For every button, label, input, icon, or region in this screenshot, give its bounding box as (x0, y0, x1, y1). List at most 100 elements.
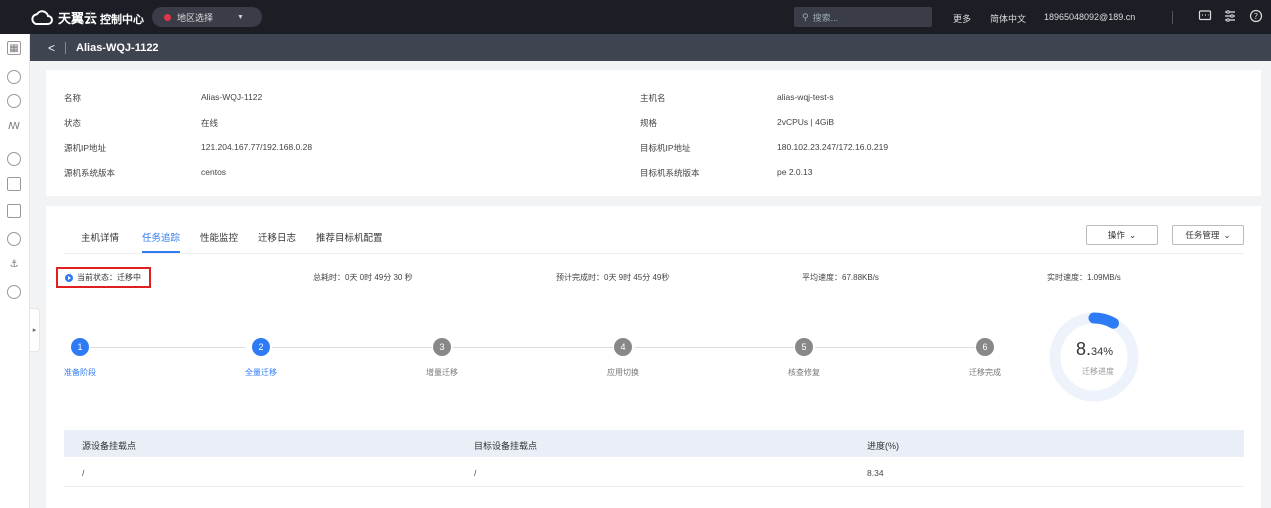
current-status: 当前状态：迁移中 (56, 267, 151, 288)
search-input[interactable]: ⚲ 搜索... (794, 7, 932, 27)
info-label-hostname: 主机名 (640, 93, 666, 103)
progress-value: 8.34% (1076, 339, 1113, 360)
network-icon[interactable] (7, 94, 21, 108)
operate-dropdown-button[interactable]: 操作 ⌄ (1086, 225, 1158, 245)
top-navbar: 天翼云 控制中心 地区选择 ▼ ⚲ 搜索... 更多 简体中文 18965048… (0, 0, 1271, 34)
host-info-card: 名称 Alias-WQJ-1122 状态 在线 源机IP地址 121.204.1… (46, 70, 1261, 196)
current-status-text: 当前状态：迁移中 (77, 273, 141, 282)
tab-recommended-config[interactable]: 推荐目标机配置 (316, 230, 383, 244)
info-label-name: 名称 (64, 93, 82, 103)
document-icon[interactable] (7, 204, 21, 218)
info-value-target-os: pe 2.0.13 (777, 167, 813, 177)
info-value-status: 在线 (201, 118, 219, 128)
active-tab-indicator (142, 251, 180, 253)
cell-target-mount: / (474, 468, 477, 478)
step-connector (815, 347, 975, 348)
divider (1172, 11, 1173, 24)
settings-sliders-icon[interactable] (1222, 9, 1238, 25)
monitor-chart-icon[interactable]: ꟿ (7, 120, 21, 134)
page-header: < Alias-WQJ-1122 (30, 34, 1271, 61)
info-label-spec: 规格 (640, 118, 658, 128)
cell-progress: 8.34 (867, 468, 884, 478)
step-6-label: 迁移完成 (969, 368, 1001, 377)
region-label: 地区选择 (177, 12, 214, 23)
info-label-source-ip: 源机IP地址 (64, 143, 107, 153)
task-manage-label: 任务管理 (1185, 230, 1220, 240)
help-icon[interactable]: ? (1248, 9, 1264, 25)
back-button[interactable]: < (48, 41, 55, 55)
anchor-icon[interactable]: ⚓ (7, 258, 21, 272)
message-icon[interactable] (1197, 9, 1213, 25)
step-1-label: 准备阶段 (64, 368, 96, 377)
info-value-spec: 2vCPUs | 4GiB (777, 117, 835, 127)
step-connector (634, 347, 794, 348)
step-4-label: 应用切换 (607, 368, 639, 377)
cloud-backup-icon[interactable] (7, 232, 21, 246)
step-6-circle: 6 (976, 338, 994, 356)
elapsed-time: 总耗时：0天 0时 49分 30 秒 (313, 273, 413, 282)
left-sidebar: ▦ ꟿ ⚓ (0, 34, 30, 508)
brand-logo[interactable]: 天翼云 (30, 8, 97, 27)
chevron-down-icon: ⌄ (1128, 229, 1137, 240)
page-title: Alias-WQJ-1122 (76, 41, 159, 54)
region-selector[interactable]: 地区选择 ▼ (152, 7, 262, 27)
info-label-target-os: 目标机系统版本 (640, 168, 700, 178)
info-value-source-ip: 121.204.167.77/192.168.0.28 (201, 142, 313, 152)
step-connector (453, 347, 613, 348)
step-connector (272, 347, 432, 348)
cloud-logo-icon (31, 9, 53, 25)
info-label-status: 状态 (64, 118, 82, 128)
divider (90, 11, 91, 24)
estimated-completion: 预计完成时：0天 9时 45分 49秒 (556, 273, 670, 282)
sidebar-collapse-toggle[interactable]: ▸ (30, 308, 40, 352)
step-5-circle: 5 (795, 338, 813, 356)
table-row: / / 8.34 (64, 457, 1244, 487)
divider (65, 41, 67, 54)
chevron-down-icon: ⌄ (1223, 229, 1231, 240)
support-icon[interactable] (7, 285, 21, 299)
storage-icon[interactable] (7, 152, 21, 166)
server-icon[interactable] (7, 177, 21, 191)
task-tracking-card: 主机详情 任务追踪 性能监控 迁移日志 推荐目标机配置 操作 ⌄ 任务管理 ⌄ … (46, 206, 1261, 508)
step-5-label: 核查修复 (788, 368, 820, 377)
info-value-target-ip: 180.102.23.247/172.16.0.219 (777, 142, 889, 152)
tab-performance[interactable]: 性能监控 (200, 230, 238, 244)
grid-menu-icon[interactable]: ▦ (7, 41, 21, 55)
realtime-speed: 实时速度：1.09MB/s (1047, 273, 1121, 282)
tab-task-tracking[interactable]: 任务追踪 (142, 230, 180, 244)
console-link[interactable]: 控制中心 (100, 11, 144, 27)
search-icon: ⚲ (802, 11, 809, 22)
mount-table-header: 源设备挂载点 目标设备挂载点 进度(%) (64, 430, 1244, 457)
location-pin-icon (164, 13, 171, 21)
caret-down-icon: ▼ (237, 13, 244, 21)
info-value-hostname: alias-wqj-test-s (777, 92, 834, 102)
progress-value-decimal: 34% (1091, 346, 1114, 358)
user-account[interactable]: 18965048092@189.cn (1044, 12, 1135, 22)
step-connector (90, 347, 245, 348)
info-value-source-os: centos (201, 167, 227, 177)
info-label-target-ip: 目标机IP地址 (640, 143, 691, 153)
tab-migration-log[interactable]: 迁移日志 (258, 230, 296, 244)
search-placeholder: 搜索... (812, 12, 839, 23)
column-target-mount: 目标设备挂载点 (474, 441, 538, 451)
brand-name: 天翼云 (58, 11, 98, 26)
tab-host-details[interactable]: 主机详情 (81, 230, 119, 244)
language-link[interactable]: 简体中文 (990, 12, 1026, 25)
cell-source-mount: / (82, 468, 85, 478)
cloud-service-icon[interactable] (7, 70, 21, 84)
step-3-label: 增量迁移 (426, 368, 458, 377)
step-1-circle: 1 (71, 338, 89, 356)
more-link[interactable]: 更多 (953, 12, 971, 25)
column-source-mount: 源设备挂载点 (82, 441, 137, 451)
step-2-circle: 2 (252, 338, 270, 356)
progress-label: 迁移进度 (1082, 367, 1114, 376)
info-label-source-os: 源机系统版本 (64, 168, 116, 178)
progress-value-main: 8. (1076, 339, 1092, 359)
step-2-label: 全量迁移 (245, 368, 277, 377)
tabs-divider (64, 253, 1244, 254)
column-progress: 进度(%) (867, 441, 899, 451)
task-manage-dropdown-button[interactable]: 任务管理 ⌄ (1172, 225, 1244, 245)
average-speed: 平均速度：67.88KB/s (802, 273, 879, 282)
play-status-icon (65, 273, 73, 282)
operate-label: 操作 (1107, 230, 1125, 240)
